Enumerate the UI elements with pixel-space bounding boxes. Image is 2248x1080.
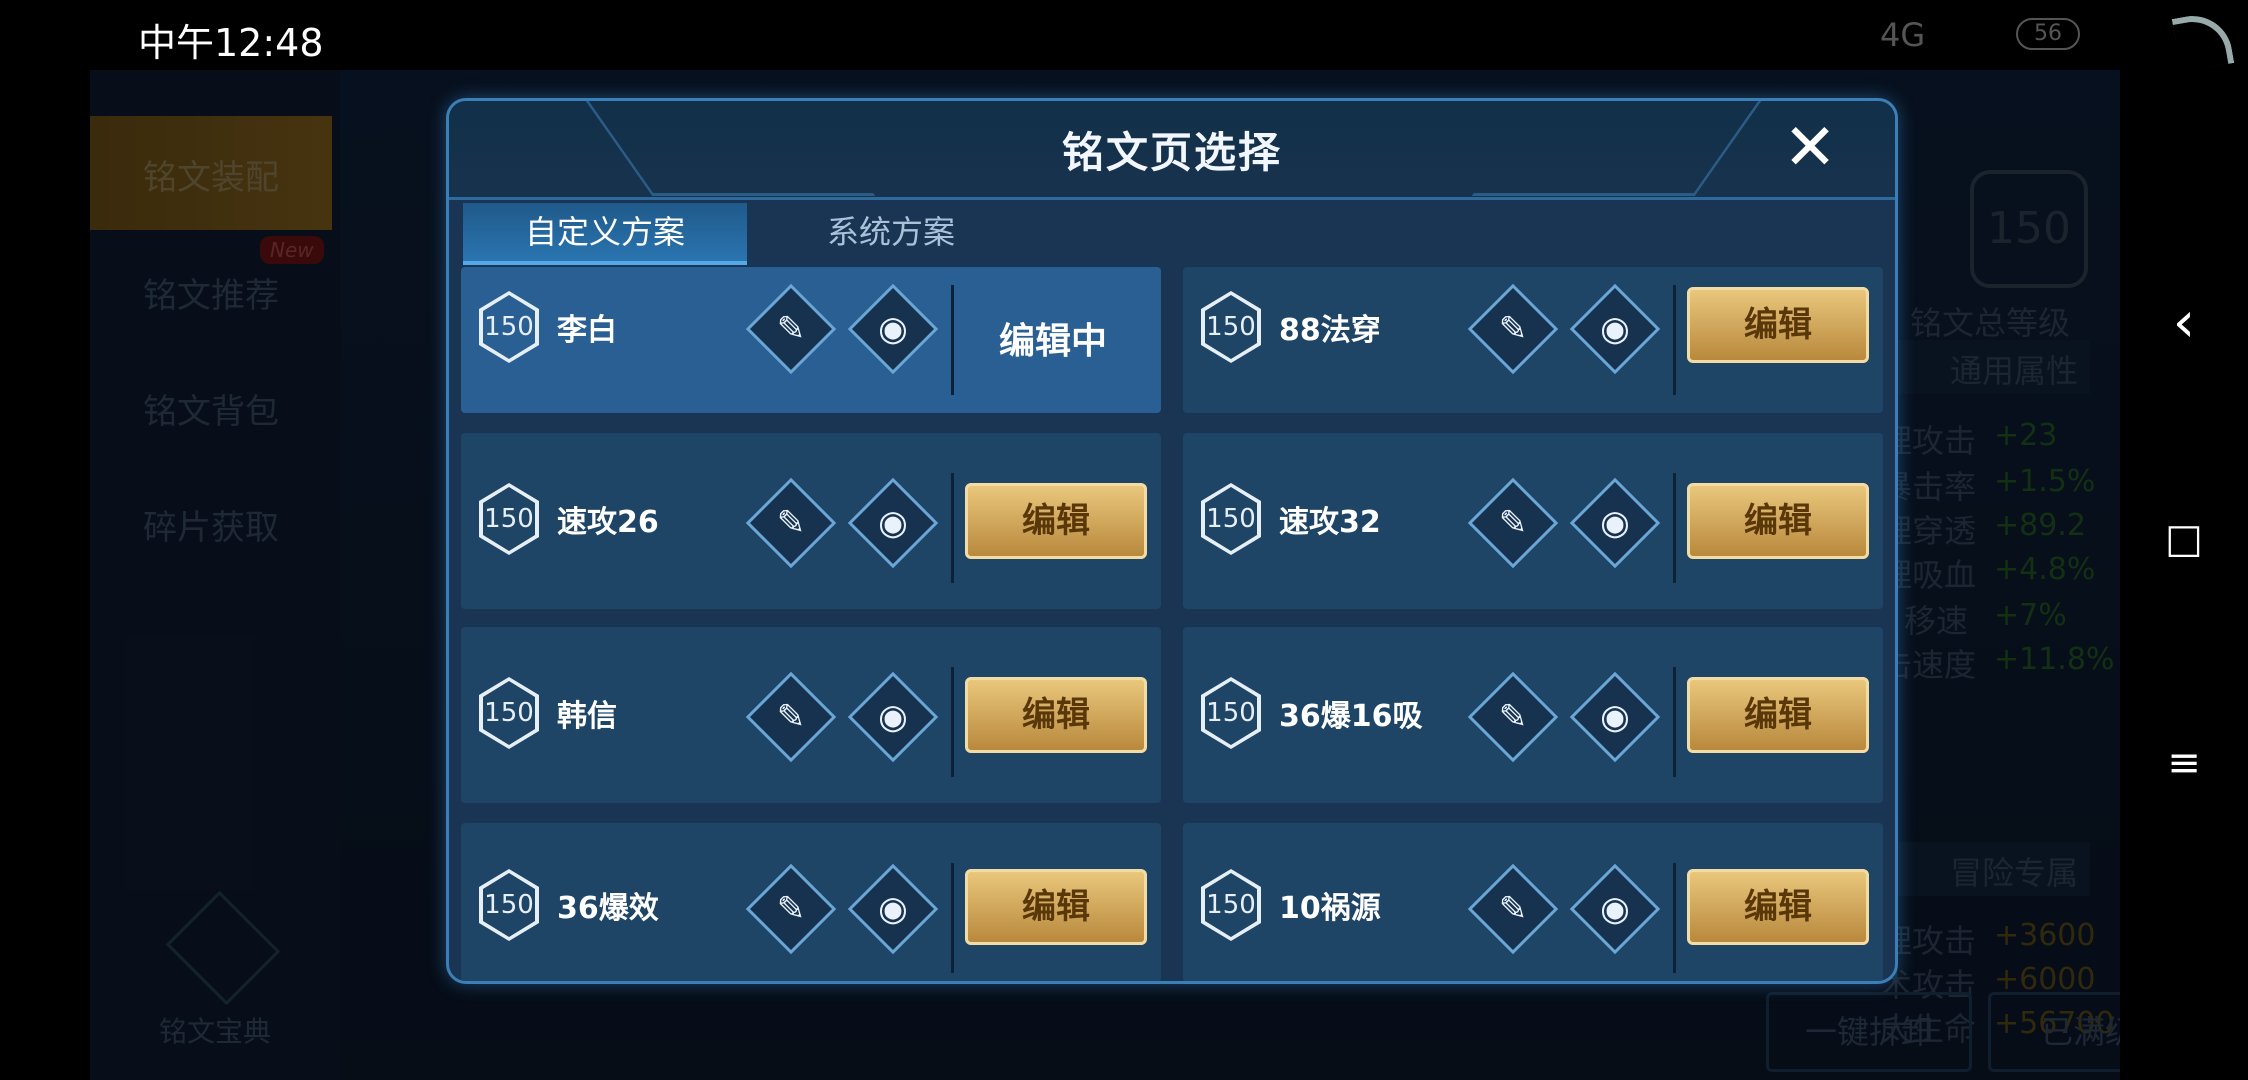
rune-page-name: 36爆16吸	[1279, 699, 1423, 734]
editing-label: 编辑中	[998, 321, 1107, 362]
preview-button[interactable]: ◉	[1569, 863, 1661, 955]
preview-button[interactable]: ◉	[1569, 283, 1661, 375]
rune-page-card[interactable]: 150 36爆16吸 ✎ ◉ 编辑	[1183, 627, 1883, 803]
divider	[1673, 667, 1676, 777]
level-hex: 150	[479, 677, 539, 749]
pencil-icon: ✎	[1498, 503, 1528, 543]
network-indicator: 4G	[1880, 16, 1926, 54]
rune-page-card[interactable]: 150 速攻26 ✎ ◉ 编辑	[461, 433, 1161, 609]
dialog-header: 铭文页选择 ✕	[449, 101, 1895, 200]
rune-page-select-dialog: 铭文页选择 ✕ 自定义方案 系统方案 150 李白 ✎ ◉ 编辑中 150 88…	[446, 98, 1898, 984]
divider	[1673, 285, 1676, 395]
rune-page-name: 李白	[557, 313, 617, 348]
eye-icon: ◉	[878, 697, 908, 737]
level-value: 150	[483, 681, 535, 745]
rename-button[interactable]: ✎	[1467, 283, 1559, 375]
level-value: 150	[1205, 487, 1257, 551]
preview-button[interactable]: ◉	[847, 477, 939, 569]
level-value: 150	[1205, 873, 1257, 937]
system-nav-bar: ‹ □ ≡	[2120, 0, 2248, 1080]
preview-button[interactable]: ◉	[847, 671, 939, 763]
pencil-icon: ✎	[776, 309, 806, 349]
rename-button[interactable]: ✎	[745, 863, 837, 955]
rename-button[interactable]: ✎	[745, 671, 837, 763]
eye-icon: ◉	[878, 503, 908, 543]
menu-icon[interactable]: ≡	[2164, 740, 2204, 786]
level-value: 150	[1205, 295, 1257, 359]
eye-icon: ◉	[1600, 889, 1630, 929]
preview-button[interactable]: ◉	[847, 863, 939, 955]
rune-page-name: 速攻26	[557, 505, 659, 540]
level-hex: 150	[479, 291, 539, 363]
rename-button[interactable]: ✎	[745, 283, 837, 375]
rename-button[interactable]: ✎	[1467, 863, 1559, 955]
pencil-icon: ✎	[1498, 889, 1528, 929]
preview-button[interactable]: ◉	[1569, 477, 1661, 569]
eye-icon: ◉	[878, 889, 908, 929]
divider	[951, 667, 954, 777]
level-hex: 150	[479, 483, 539, 555]
rename-button[interactable]: ✎	[745, 477, 837, 569]
preview-button[interactable]: ◉	[1569, 671, 1661, 763]
rename-button[interactable]: ✎	[1467, 671, 1559, 763]
level-hex: 150	[479, 869, 539, 941]
level-hex: 150	[1201, 291, 1261, 363]
pencil-icon: ✎	[776, 697, 806, 737]
rune-page-card[interactable]: 150 10祸源 ✎ ◉ 编辑	[1183, 823, 1883, 981]
close-icon[interactable]: ✕	[1775, 113, 1845, 183]
edit-button[interactable]: 编辑	[965, 677, 1147, 753]
edit-button[interactable]: 编辑	[1687, 677, 1869, 753]
divider	[951, 285, 954, 395]
level-value: 150	[1205, 681, 1257, 745]
level-value: 150	[483, 295, 535, 359]
level-value: 150	[483, 487, 535, 551]
divider	[951, 863, 954, 973]
rename-button[interactable]: ✎	[1467, 477, 1559, 569]
eye-icon: ◉	[878, 309, 908, 349]
rune-page-name: 韩信	[557, 699, 617, 734]
edit-button[interactable]: 编辑	[1687, 287, 1869, 363]
eye-icon: ◉	[1600, 309, 1630, 349]
divider	[951, 473, 954, 583]
level-hex: 150	[1201, 869, 1261, 941]
edit-button[interactable]: 编辑	[965, 483, 1147, 559]
level-hex: 150	[1201, 677, 1261, 749]
rune-page-card[interactable]: 150 速攻32 ✎ ◉ 编辑	[1183, 433, 1883, 609]
battery-icon: 56	[2016, 18, 2080, 50]
rune-page-name: 88法穿	[1279, 313, 1381, 348]
divider	[1673, 473, 1676, 583]
pencil-icon: ✎	[1498, 309, 1528, 349]
dialog-title: 铭文页选择	[1061, 128, 1282, 177]
home-icon[interactable]: □	[2164, 516, 2204, 562]
level-value: 150	[483, 873, 535, 937]
edit-button[interactable]: 编辑	[965, 869, 1147, 945]
tab-custom[interactable]: 自定义方案	[463, 203, 747, 265]
eye-icon: ◉	[1600, 697, 1630, 737]
rune-page-card[interactable]: 150 韩信 ✎ ◉ 编辑	[461, 627, 1161, 803]
level-hex: 150	[1201, 483, 1261, 555]
edit-button[interactable]: 编辑	[1687, 869, 1869, 945]
status-bar: 中午12:48 4G 56	[0, 0, 2120, 70]
rune-page-card[interactable]: 150 36爆效 ✎ ◉ 编辑	[461, 823, 1161, 981]
eye-icon: ◉	[1600, 503, 1630, 543]
tab-system[interactable]: 系统方案	[749, 203, 1033, 261]
back-icon[interactable]: ‹	[2164, 290, 2204, 355]
status-time: 中午12:48	[138, 21, 324, 65]
preview-button[interactable]: ◉	[847, 283, 939, 375]
rune-page-card[interactable]: 150 李白 ✎ ◉ 编辑中	[461, 267, 1161, 413]
pencil-icon: ✎	[1498, 697, 1528, 737]
rune-page-name: 10祸源	[1279, 891, 1381, 926]
divider	[1673, 863, 1676, 973]
pencil-icon: ✎	[776, 503, 806, 543]
phone-call-icon[interactable]	[2171, 9, 2235, 73]
rune-page-name: 速攻32	[1279, 505, 1381, 540]
edit-button[interactable]: 编辑	[1687, 483, 1869, 559]
rune-page-name: 36爆效	[557, 891, 659, 926]
rune-page-card[interactable]: 150 88法穿 ✎ ◉ 编辑	[1183, 267, 1883, 413]
pencil-icon: ✎	[776, 889, 806, 929]
